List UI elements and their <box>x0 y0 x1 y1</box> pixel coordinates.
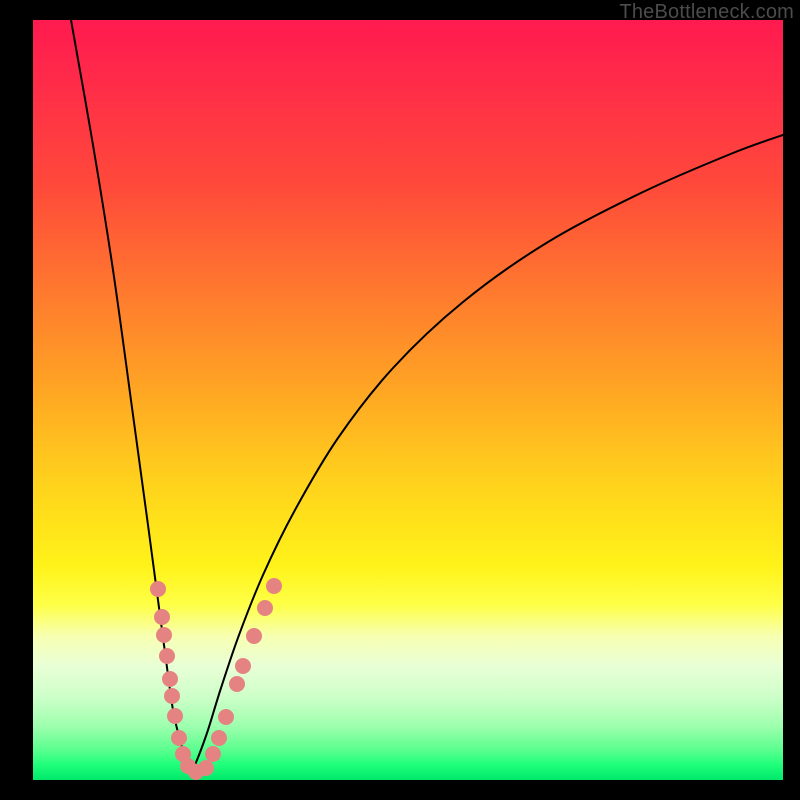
highlight-dot <box>235 658 251 674</box>
highlight-dot <box>266 578 282 594</box>
highlight-dot <box>162 671 178 687</box>
highlight-dot <box>218 709 234 725</box>
highlight-dot <box>229 676 245 692</box>
curve-layer <box>33 20 783 780</box>
highlight-dot <box>164 688 180 704</box>
highlight-dots-group <box>150 578 282 780</box>
highlight-dot <box>198 760 214 776</box>
highlight-dot <box>150 581 166 597</box>
highlight-dot <box>205 746 221 762</box>
highlight-dot <box>159 648 175 664</box>
highlight-dot <box>156 627 172 643</box>
plot-area <box>33 20 783 780</box>
watermark-text: TheBottleneck.com <box>619 1 794 24</box>
chart-frame: TheBottleneck.com <box>0 0 800 800</box>
highlight-dot <box>167 708 183 724</box>
highlight-dot <box>171 730 187 746</box>
highlight-dot <box>257 600 273 616</box>
bottleneck-curve-right <box>192 135 783 772</box>
highlight-dot <box>246 628 262 644</box>
highlight-dot <box>211 730 227 746</box>
highlight-dot <box>154 609 170 625</box>
